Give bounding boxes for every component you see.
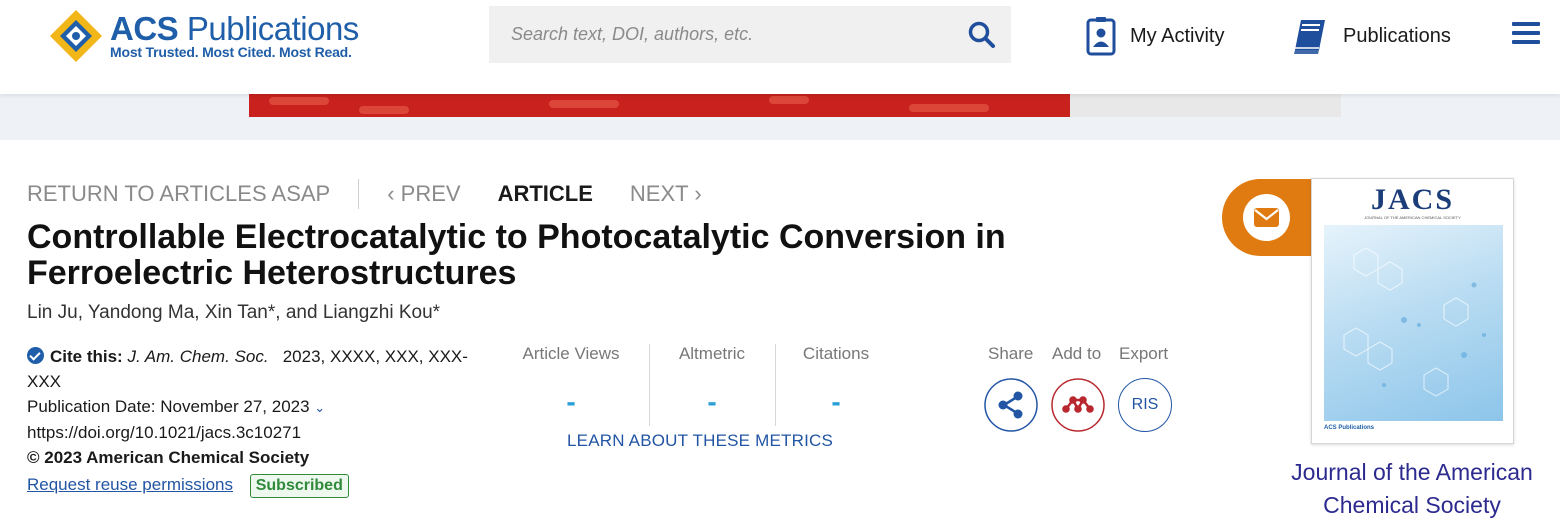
nav-divider [358, 179, 360, 209]
article-title: Controllable Electrocatalytic to Photoca… [27, 218, 1006, 292]
journal-name-link[interactable]: Journal of the American Chemical Society [1270, 456, 1554, 522]
acs-publications-logo[interactable]: ACS Publications Most Trusted. Most Cite… [48, 8, 368, 68]
add-to-button[interactable] [1051, 378, 1105, 432]
chevron-right-icon: › [688, 181, 702, 206]
reuse-permissions-link[interactable]: Request reuse permissions [27, 475, 233, 494]
hamburger-menu-icon[interactable] [1512, 22, 1540, 44]
subscribed-badge: Subscribed [249, 474, 349, 498]
publications-link[interactable]: Publications [1289, 16, 1451, 56]
journal-abbrev: J. Am. Chem. Soc. [127, 347, 269, 366]
article-navigation: RETURN TO ARTICLES ASAP ‹ PREV ARTICLE N… [27, 179, 702, 209]
metric-altmetric[interactable]: Altmetric - [662, 344, 762, 426]
metric-divider [649, 344, 650, 426]
advertisement-banner[interactable] [249, 94, 1070, 117]
ris-label: RIS [1131, 396, 1159, 413]
acs-emblem-icon [50, 10, 102, 62]
logo-title: ACS Publications [110, 10, 359, 47]
cover-title: JACS [1370, 183, 1454, 216]
share-button[interactable] [984, 378, 1038, 432]
copyright: © 2023 American Chemical Society [27, 448, 310, 467]
id-badge-icon [1086, 17, 1116, 56]
my-activity-label: My Activity [1130, 24, 1225, 47]
next-label: NEXT [629, 181, 689, 206]
export-label: Export [1119, 344, 1169, 363]
return-to-asap-link[interactable]: RETURN TO ARTICLES ASAP [27, 181, 330, 207]
author-link[interactable]: Liangzhi Kou* [323, 302, 440, 323]
author-list: Lin Ju, Yandong Ma, Xin Tan*, and Liangz… [27, 302, 440, 324]
cite-label: Cite this: [50, 347, 123, 366]
metric-value: - [566, 386, 576, 417]
metric-divider [775, 344, 776, 426]
publication-date[interactable]: Publication Date: November 27, 2023 ⌄ [27, 394, 477, 420]
author-separator: , [77, 302, 88, 323]
cover-subtitle: JOURNAL OF THE AMERICAN CHEMICAL SOCIETY [1364, 215, 1461, 220]
add-to-library-icon [1051, 378, 1105, 432]
chevron-down-icon: ⌄ [314, 400, 326, 415]
publications-label: Publications [1343, 24, 1451, 47]
logo-tagline: Most Trusted. Most Cited. Most Read. [110, 44, 352, 60]
metric-label: Altmetric [678, 344, 746, 363]
my-activity-link[interactable]: My Activity [1086, 16, 1224, 56]
chevron-left-icon: ‹ [387, 181, 401, 206]
journal-cover[interactable]: JACS JOURNAL OF THE AMERICAN CHEMICAL SO… [1311, 178, 1514, 444]
prev-article-link[interactable]: ‹ PREV [387, 181, 460, 207]
author-separator: , and [275, 302, 323, 323]
cover-artwork [1324, 225, 1503, 421]
cover-footer: ACS Publications [1324, 425, 1375, 431]
site-header: ACS Publications Most Trusted. Most Cite… [0, 0, 1560, 94]
check-circle-icon [27, 347, 44, 364]
prev-label: PREV [400, 181, 461, 206]
publication-date-text: Publication Date: November 27, 2023 [27, 397, 310, 416]
doi-link[interactable]: https://doi.org/10.1021/jacs.3c10271 [27, 420, 477, 445]
share-icon [984, 378, 1038, 432]
next-article-link[interactable]: NEXT › [630, 181, 702, 207]
metric-value: - [707, 386, 717, 417]
export-ris-button[interactable]: RIS [1118, 378, 1172, 432]
learn-about-metrics-link[interactable]: LEARN ABOUT THESE METRICS [567, 431, 833, 451]
author-link[interactable]: Lin Ju [27, 302, 78, 323]
metric-citations[interactable]: Citations - [790, 344, 882, 426]
article-meta: Cite this: J. Am. Chem. Soc. 2023, XXXX,… [27, 344, 477, 498]
cite-this[interactable]: Cite this: J. Am. Chem. Soc. 2023, XXXX,… [27, 344, 477, 394]
search-icon[interactable] [967, 20, 997, 50]
metric-label: Citations [802, 344, 870, 363]
metric-value: - [831, 386, 841, 417]
advertisement-side [1070, 94, 1341, 117]
author-link[interactable]: Xin Tan* [205, 302, 275, 323]
email-icon [1243, 194, 1290, 241]
search-box [489, 6, 1011, 63]
metric-article-views: Article Views - [510, 344, 632, 426]
add-to-label: Add to [1052, 344, 1102, 363]
search-input[interactable] [489, 6, 949, 63]
book-icon [1294, 20, 1325, 54]
metric-label: Article Views [522, 344, 620, 363]
author-separator: , [194, 302, 205, 323]
author-link[interactable]: Yandong Ma [88, 302, 194, 323]
share-label: Share [988, 344, 1034, 363]
current-article-label: ARTICLE [497, 181, 593, 206]
